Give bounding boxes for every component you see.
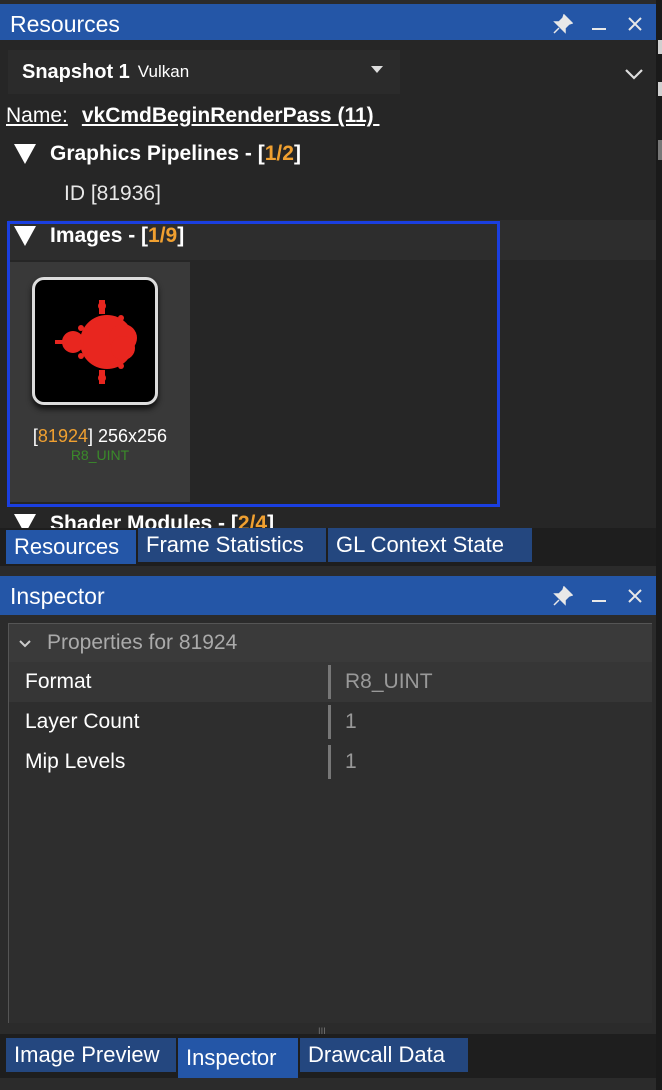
image-id: 81924: [37, 426, 88, 446]
inspector-tabbar: Image Preview Inspector Drawcall Data: [0, 1034, 656, 1078]
minimize-icon[interactable]: [588, 13, 610, 35]
close-icon[interactable]: [624, 13, 646, 35]
edge-glyph: [658, 140, 662, 160]
minimize-icon[interactable]: [588, 585, 610, 607]
group-count: 1/9: [148, 224, 178, 247]
mandelbrot-image: [55, 300, 137, 384]
property-value: 1: [345, 710, 357, 733]
tab-inspector[interactable]: Inspector: [178, 1038, 298, 1078]
group-images[interactable]: Images - [1/9]: [14, 224, 184, 248]
close-icon[interactable]: [624, 585, 646, 607]
name-label: Name:: [6, 104, 68, 127]
inspector-panel: Properties for 81924 Format R8_UINT Laye…: [0, 615, 656, 1025]
tab-image-preview[interactable]: Image Preview: [6, 1038, 176, 1072]
snapshot-selector[interactable]: Snapshot 1 Vulkan: [8, 50, 400, 94]
tab-frame-statistics[interactable]: Frame Statistics: [138, 528, 326, 562]
resources-tabbar: Resources Frame Statistics GL Context St…: [0, 528, 656, 566]
drawcall-name: Name: vkCmdBeginRenderPass (11): [6, 104, 379, 128]
property-row[interactable]: Mip Levels 1: [9, 742, 652, 782]
properties-title: Properties for 81924: [47, 631, 238, 654]
group-shader-modules[interactable]: Shader Modules - [2/4]: [14, 512, 274, 528]
image-thumbnail-card[interactable]: [81924] 256x256 R8_UINT: [10, 262, 190, 502]
tab-drawcall-data[interactable]: Drawcall Data: [300, 1038, 468, 1072]
group-bracket: ]: [267, 512, 275, 528]
snapshot-name: Snapshot 1: [22, 60, 130, 83]
properties-header[interactable]: Properties for 81924: [9, 624, 652, 662]
pin-icon[interactable]: [552, 13, 574, 35]
image-dims: 256x256: [98, 426, 168, 446]
tab-resources[interactable]: Resources: [6, 530, 136, 564]
group-count: 2/4: [237, 512, 268, 528]
group-bracket: ]: [177, 224, 185, 247]
group-label: Graphics Pipelines - [: [50, 142, 265, 165]
name-value: vkCmdBeginRenderPass (11): [81, 104, 374, 127]
tab-gl-context-state[interactable]: GL Context State: [328, 528, 532, 562]
image-thumbnail[interactable]: [32, 277, 158, 405]
pin-icon[interactable]: [552, 585, 574, 607]
chevron-down-icon[interactable]: [19, 635, 31, 651]
properties-table: Properties for 81924 Format R8_UINT Laye…: [8, 623, 652, 1023]
snapshot-api: Vulkan: [137, 62, 190, 81]
group-label: Shader Modules - [: [50, 512, 238, 528]
panel-title: Inspector: [10, 582, 105, 609]
chevron-down-icon[interactable]: [370, 62, 384, 78]
group-bracket: ]: [293, 142, 301, 165]
property-row[interactable]: Format R8_UINT: [9, 662, 652, 702]
inspector-title-bar[interactable]: Inspector: [0, 576, 656, 616]
group-graphics-pipelines[interactable]: Graphics Pipelines - [1/2]: [14, 142, 301, 166]
edge-glyph: [658, 82, 662, 96]
property-row[interactable]: Layer Count 1: [9, 702, 652, 742]
property-key: Format: [9, 665, 331, 699]
image-format: R8_UINT: [70, 447, 130, 463]
resources-title-bar[interactable]: Resources: [0, 4, 656, 44]
edge-glyph: [658, 40, 662, 54]
property-value: R8_UINT: [345, 670, 433, 693]
panel-title: Resources: [10, 10, 120, 37]
triangle-down-icon[interactable]: [14, 514, 36, 528]
property-key: Mip Levels: [9, 745, 331, 779]
triangle-down-icon[interactable]: [14, 144, 36, 164]
adjacent-window-edge: [656, 0, 662, 1090]
property-key: Layer Count: [9, 705, 331, 739]
triangle-down-icon[interactable]: [14, 226, 36, 246]
chevron-down-icon[interactable]: [624, 60, 644, 86]
image-caption: [81924] 256x256: [32, 426, 168, 446]
group-label: Images - [: [50, 224, 149, 247]
resources-panel: Snapshot 1 Vulkan Name: vkCmdBeginRenderP…: [0, 40, 656, 528]
group-count: 1/2: [264, 142, 294, 165]
pipeline-item[interactable]: ID [81936]: [64, 182, 161, 206]
property-value: 1: [345, 750, 357, 773]
